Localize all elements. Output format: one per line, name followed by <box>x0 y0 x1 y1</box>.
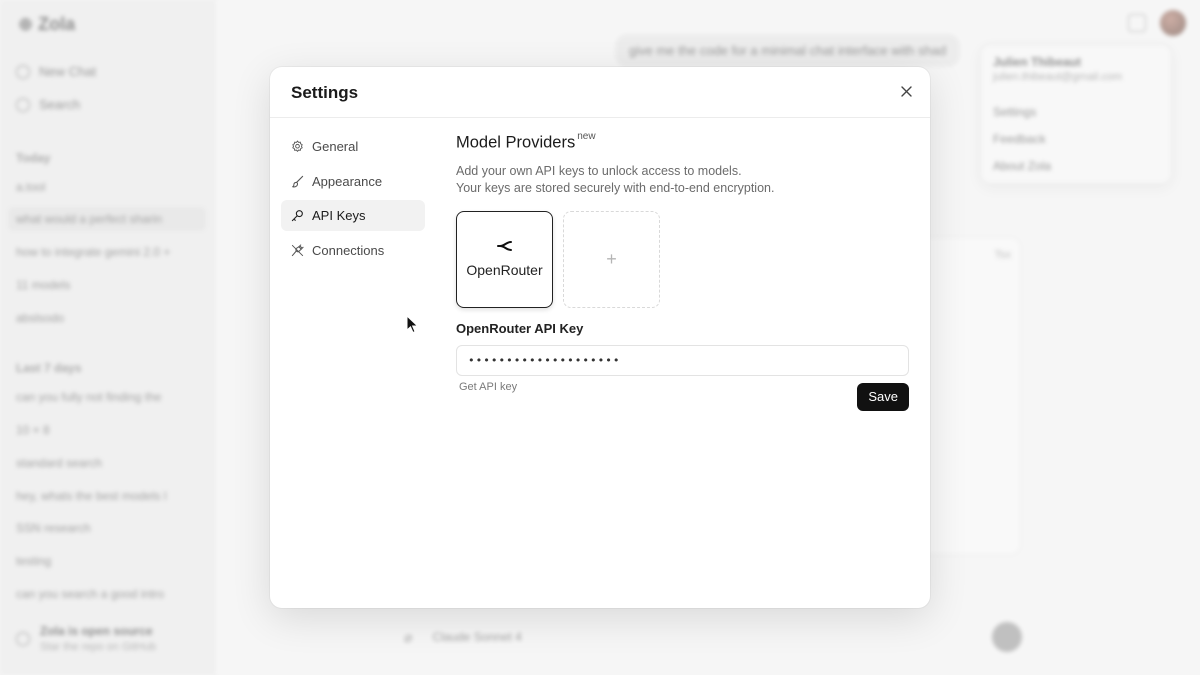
description-line-2: Your keys are stored securely with end-t… <box>456 180 775 195</box>
api-keys-panel: Model Providers new Add your own API keys… <box>456 131 909 411</box>
provider-card-openrouter[interactable]: OpenRouter <box>456 210 553 308</box>
close-icon <box>900 85 912 97</box>
section-title-text: Model Providers <box>456 133 576 152</box>
settings-nav: General Appearance API Keys Connections <box>281 131 425 269</box>
description-line-1: Add your own API keys to unlock access t… <box>456 163 742 178</box>
nav-label-appearance: Appearance <box>312 173 383 189</box>
gear-icon <box>292 140 303 153</box>
settings-dialog: Settings General Appearance API Keys Con… <box>270 67 930 608</box>
plug-icon <box>291 243 304 256</box>
api-key-input[interactable] <box>456 344 909 376</box>
nav-item-general[interactable]: General <box>281 131 425 162</box>
new-badge: new <box>577 131 596 142</box>
dialog-title: Settings <box>291 83 359 102</box>
brush-icon <box>292 175 304 187</box>
provider-name: OpenRouter <box>466 262 543 278</box>
api-key-label: OpenRouter API Key <box>456 320 584 336</box>
section-description: Add your own API keys to unlock access t… <box>456 163 909 197</box>
plus-icon: + <box>606 248 617 269</box>
nav-label-connections: Connections <box>312 242 385 258</box>
add-provider-button[interactable]: + <box>563 210 660 308</box>
openrouter-icon <box>496 241 512 251</box>
nav-label-general: General <box>312 139 359 154</box>
close-button[interactable] <box>894 79 918 103</box>
api-key-actions: Get API key Save <box>456 381 909 411</box>
save-button[interactable]: Save <box>857 382 909 411</box>
get-api-key-link[interactable]: Get API key <box>459 381 517 393</box>
key-icon <box>291 210 303 222</box>
mouse-cursor-icon <box>406 315 419 334</box>
dialog-header: Settings <box>270 67 930 118</box>
nav-item-api-keys[interactable]: API Keys <box>281 200 425 231</box>
nav-item-appearance[interactable]: Appearance <box>281 166 425 197</box>
provider-list: OpenRouter + <box>456 210 909 308</box>
nav-label-api-keys: API Keys <box>312 208 366 223</box>
nav-item-connections[interactable]: Connections <box>281 235 425 266</box>
section-title: Model Providers new <box>456 131 909 153</box>
